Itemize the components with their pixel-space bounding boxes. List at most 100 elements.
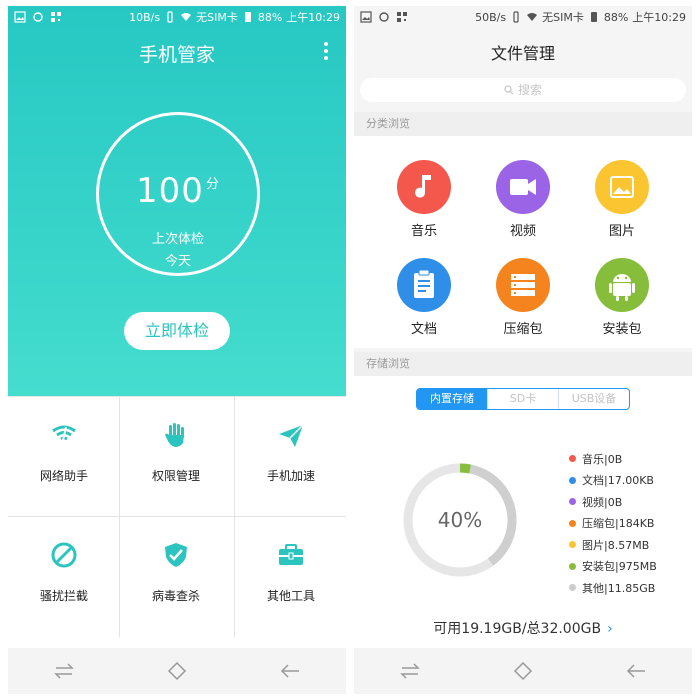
video-camera-icon [496, 160, 550, 214]
file-manager-screen: 50B/s 无SIM卡 88% 上午10:29 文件管理 搜索 分类浏览 音乐 … [354, 6, 692, 694]
score-panel: 10B/s 无SIM卡 88% 上午10:29 手机管家 100 分 上次体检 今… [8, 6, 346, 396]
network-speed: 10B/s [129, 10, 161, 24]
legend-label: 图片|8.57MB [582, 538, 650, 552]
qr-icon [397, 12, 407, 22]
legend-label: 安装包|975MB [582, 560, 657, 574]
tool-label: 骚扰拦截 [39, 589, 88, 603]
search-placeholder: 搜索 [517, 83, 542, 97]
category-label: 音乐 [410, 224, 437, 239]
tool-harassment-block[interactable]: 骚扰拦截 [8, 517, 120, 635]
paper-plane-icon [279, 424, 304, 447]
music-note-icon [397, 160, 451, 214]
squirrel-icon [33, 12, 43, 22]
used-percent: 40% [437, 508, 483, 532]
vibrate-icon [167, 11, 173, 23]
battery-level: 88% [257, 10, 283, 24]
tool-label: 权限管理 [151, 469, 200, 483]
legend-dot [569, 519, 576, 527]
image-icon [595, 160, 649, 214]
sim-status: 无SIM卡 [542, 11, 584, 24]
tool-network-assistant[interactable]: 网络助手 [8, 397, 120, 515]
tab-sd-card[interactable]: SD卡 [487, 389, 558, 409]
category-label: 图片 [608, 224, 635, 239]
home-icon[interactable] [166, 660, 188, 682]
clock: 上午10:29 [286, 11, 340, 24]
sim-status: 无SIM卡 [196, 11, 238, 24]
gallery-icon [14, 11, 26, 23]
battery-level: 88% [603, 10, 629, 24]
network-speed: 50B/s [475, 10, 507, 24]
legend-item: 视频|0B [569, 491, 657, 513]
tool-other-tools[interactable]: 其他工具 [235, 517, 346, 635]
storage-tabs: 内置存储 SD卡 USB设备 [416, 388, 630, 410]
wifi-signal-icon [181, 13, 192, 21]
category-label: 安装包 [602, 322, 642, 337]
switch-app-icon[interactable] [399, 662, 421, 680]
last-check-label: 上次体检 [151, 232, 204, 247]
chevron-right-icon: › [607, 621, 613, 637]
category-music[interactable]: 音乐 [389, 160, 459, 239]
battery-icon [244, 12, 251, 22]
category-label: 压缩包 [503, 322, 543, 337]
available-text: 可用19.19GB/总32.00GB [433, 621, 602, 637]
tab-usb-device[interactable]: USB设备 [558, 389, 629, 409]
home-icon[interactable] [512, 660, 534, 682]
clock: 上午10:29 [632, 11, 686, 24]
legend-item: 音乐|0B [569, 448, 657, 470]
vibrate-icon [513, 11, 519, 23]
category-section-header: 分类浏览 [354, 112, 692, 136]
legend-dot [569, 584, 576, 592]
check-now-button[interactable]: 立即体检 [124, 312, 230, 350]
score-display: 100 分 [99, 171, 257, 211]
status-bar: 50B/s 无SIM卡 88% 上午10:29 [354, 6, 692, 28]
qr-icon [51, 12, 61, 22]
category-document[interactable]: 文档 [389, 258, 459, 337]
search-icon [504, 85, 514, 95]
squirrel-icon [379, 12, 389, 22]
storage-panel: 内置存储 SD卡 USB设备 40% 音乐|0B 文档|17.00KB 视频|0B 压… [354, 376, 692, 648]
block-icon [51, 542, 77, 568]
tool-permission-manager[interactable]: 权限管理 [120, 397, 232, 515]
wifi-icon [52, 425, 76, 446]
last-check-value: 今天 [164, 254, 191, 269]
legend-dot [569, 498, 576, 506]
storage-legend: 音乐|0B 文档|17.00KB 视频|0B 压缩包|184KB 图片|8.57MB 安装… [569, 448, 657, 599]
legend-label: 音乐|0B [582, 452, 623, 466]
tool-label: 手机加速 [266, 469, 315, 483]
switch-app-icon[interactable] [53, 662, 75, 680]
tool-label: 其他工具 [266, 589, 315, 603]
category-image[interactable]: 图片 [587, 160, 657, 239]
score-ring: 100 分 上次体检 今天 [96, 112, 260, 276]
phone-manager-screen: 10B/s 无SIM卡 88% 上午10:29 手机管家 100 分 上次体检 今… [8, 6, 346, 694]
shield-check-icon [165, 543, 187, 567]
legend-item: 安装包|975MB [569, 556, 657, 578]
legend-item: 图片|8.57MB [569, 534, 657, 556]
legend-dot [569, 476, 576, 484]
search-input[interactable]: 搜索 [360, 78, 686, 102]
category-label: 文档 [410, 322, 437, 337]
tool-label: 网络助手 [39, 469, 88, 483]
clipboard-icon [397, 258, 451, 312]
tool-phone-boost[interactable]: 手机加速 [235, 397, 346, 515]
android-icon [595, 258, 649, 312]
navigation-bar [354, 648, 692, 694]
more-menu-icon[interactable] [324, 42, 328, 63]
legend-dot [569, 562, 576, 570]
legend-dot [569, 541, 576, 549]
toolbox-icon [279, 544, 303, 565]
battery-icon [590, 12, 597, 22]
score-unit: 分 [205, 177, 220, 192]
back-icon[interactable] [279, 662, 301, 680]
legend-dot [569, 455, 576, 463]
tool-grid: 网络助手 权限管理 手机加速 骚扰拦截 病毒查杀 其他工具 [8, 396, 346, 637]
tool-virus-scan[interactable]: 病毒查杀 [120, 517, 232, 635]
archive-icon [496, 258, 550, 312]
page-title: 手机管家 [138, 44, 215, 66]
category-archive[interactable]: 压缩包 [488, 258, 558, 337]
category-video[interactable]: 视频 [488, 160, 558, 239]
back-icon[interactable] [625, 662, 647, 680]
category-apk[interactable]: 安装包 [587, 258, 657, 337]
tab-internal-storage[interactable]: 内置存储 [417, 389, 487, 409]
available-storage-link[interactable]: 可用19.19GB/总32.00GB › [354, 618, 692, 638]
navigation-bar [8, 648, 346, 694]
